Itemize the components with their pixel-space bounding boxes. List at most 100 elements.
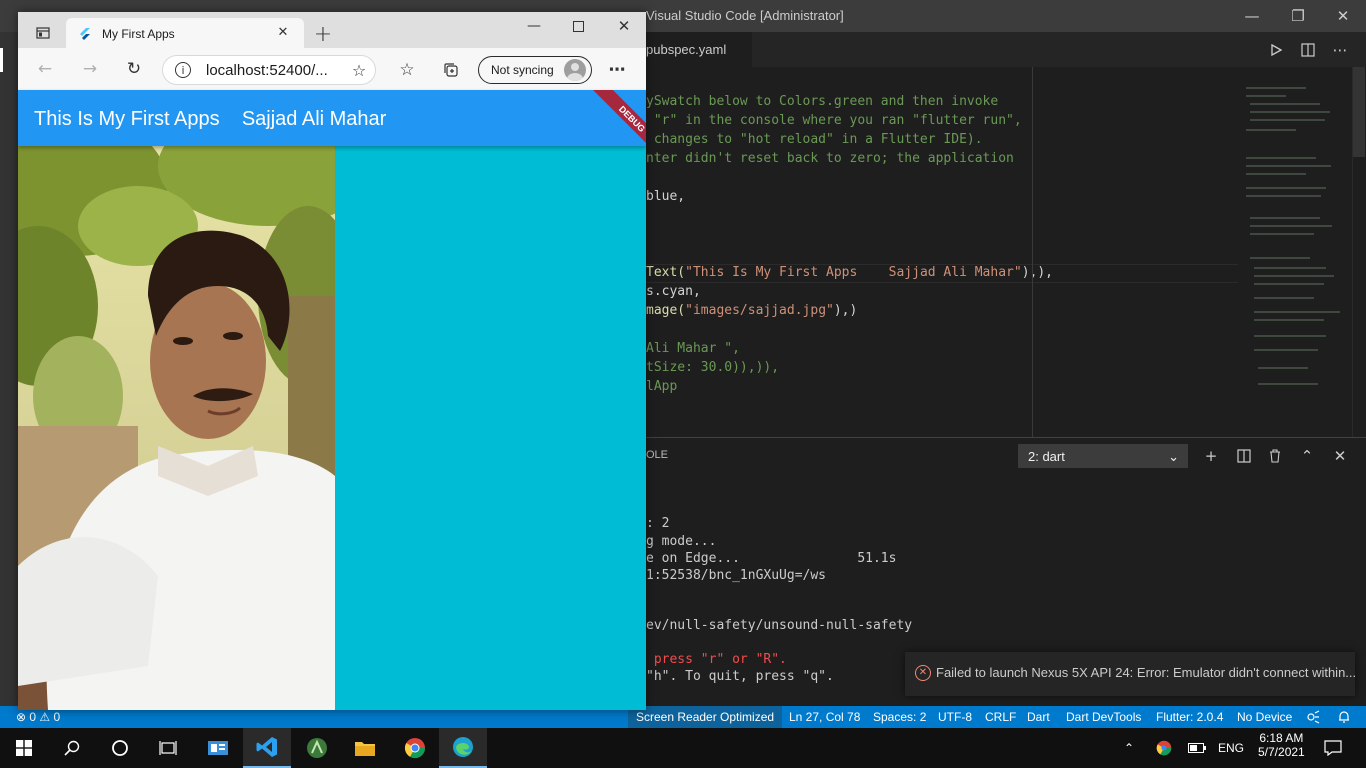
profile-photo — [18, 146, 335, 710]
chrome-tray-icon[interactable] — [1156, 728, 1172, 768]
devtools-status[interactable]: Dart DevTools — [1066, 706, 1141, 728]
panel-tab-debug-console[interactable]: OLE — [646, 449, 668, 461]
code-string: Ali Mahar ", — [646, 341, 740, 356]
encoding-status[interactable]: UTF-8 — [938, 706, 972, 728]
refresh-icon[interactable]: ↻ — [119, 54, 149, 84]
code-string: "images/sajjad.jpg" — [685, 303, 834, 318]
indentation-status[interactable]: Spaces: 2 — [873, 706, 926, 728]
cortana-icon[interactable] — [96, 728, 144, 768]
run-icon[interactable] — [1260, 32, 1292, 67]
flutter-version-status[interactable]: Flutter: 2.0.4 — [1156, 706, 1223, 728]
editor-ruler — [1032, 67, 1033, 437]
chrome-icon[interactable] — [391, 728, 439, 768]
code-punct: ),) — [833, 303, 858, 318]
collections-icon[interactable] — [436, 55, 466, 85]
activity-bar — [0, 32, 18, 706]
error-icon: ✕ — [915, 665, 931, 681]
back-arrow-icon[interactable]: ← — [30, 54, 60, 84]
eol-status[interactable]: CRLF — [985, 706, 1016, 728]
vscode-taskbar-icon[interactable] — [243, 728, 291, 768]
editor-tabs-bar — [646, 32, 1366, 67]
debug-ribbon-label: DEBUG — [591, 90, 646, 160]
notification-message: Failed to launch Nexus 5X API 24: Error:… — [936, 665, 1357, 680]
code-string: "This Is My First Apps Sajjad Ali Mahar" — [685, 265, 1022, 280]
maximize-panel-icon[interactable]: ⌃ — [1294, 444, 1320, 468]
tab-title: My First Apps — [102, 27, 175, 41]
terminal-line: g mode... — [646, 534, 717, 549]
terminal-line: 1:52538/bnc_1nGXuUg=/ws — [646, 568, 827, 583]
split-terminal-icon[interactable] — [1231, 444, 1257, 468]
code-punct: ),), — [1021, 265, 1053, 280]
favorites-icon[interactable]: ☆ — [392, 55, 422, 85]
app-bar-title: This Is My First Apps Sajjad Ali Mahar — [34, 108, 387, 130]
forward-arrow-icon[interactable]: → — [75, 54, 105, 84]
profile-avatar-icon — [564, 59, 586, 81]
close-panel-icon[interactable]: ✕ — [1327, 444, 1353, 468]
code-line: ySwatch below to Colors.green and then i… — [646, 94, 999, 109]
trash-icon[interactable] — [1262, 444, 1288, 468]
code-line: lApp — [646, 379, 678, 394]
windows-start-icon[interactable] — [0, 728, 48, 768]
editor-scrollbar-thumb[interactable] — [1353, 67, 1365, 157]
vscode-window-title: Visual Studio Code [Administrator] — [646, 8, 844, 23]
code-line: tSize: 30.0)),)), — [646, 360, 780, 375]
sync-label: Not syncing — [491, 63, 554, 77]
tab-pubspec[interactable]: pubspec.yaml — [646, 32, 752, 67]
settings-more-icon[interactable]: ⋯ — [602, 55, 632, 85]
new-terminal-icon[interactable]: + — [1198, 444, 1224, 468]
terminal-line: press "r" or "R". — [646, 652, 787, 667]
code-line: s.cyan, — [646, 284, 701, 299]
task-view-icon[interactable] — [144, 728, 192, 768]
terminal-select[interactable]: 2: dart ⌄ — [1018, 444, 1188, 468]
vscode-close-button[interactable]: ✕ — [1320, 0, 1366, 32]
tab-actions-icon[interactable] — [28, 18, 58, 48]
clock-time: 6:18 AM — [1259, 731, 1304, 745]
browser-maximize-button[interactable] — [558, 12, 598, 40]
device-status[interactable]: No Device — [1237, 706, 1292, 728]
terminal-line: "h". To quit, press "q". — [646, 669, 834, 684]
feedback-icon[interactable] — [1306, 706, 1320, 728]
chevron-down-icon: ⌄ — [1168, 449, 1179, 464]
search-icon[interactable] — [48, 728, 96, 768]
input-language[interactable]: ENG — [1218, 728, 1244, 768]
browser-minimize-button[interactable]: — — [514, 12, 554, 40]
cursor-position-status[interactable]: Ln 27, Col 78 — [789, 706, 860, 728]
file-explorer-icon[interactable] — [341, 728, 389, 768]
more-actions-icon[interactable]: ⋯ — [1324, 32, 1356, 67]
url-text[interactable]: localhost:52400/... — [206, 62, 328, 79]
close-tab-icon[interactable]: ✕ — [276, 26, 290, 40]
minimap[interactable] — [1238, 67, 1352, 437]
code-fn: mage( — [646, 303, 686, 318]
clock[interactable]: 6:18 AM 5/7/2021 — [1258, 731, 1305, 759]
language-status[interactable]: Dart — [1027, 706, 1050, 728]
code-fn: Text( — [646, 265, 686, 280]
code-line: changes to "hot reload" in a Flutter IDE… — [646, 132, 983, 147]
action-center-icon[interactable] — [1324, 728, 1342, 768]
battery-icon[interactable] — [1188, 728, 1206, 768]
flutter-icon — [78, 26, 92, 40]
code-line: Ali Mahar ", — [646, 341, 740, 360]
split-editor-icon[interactable] — [1292, 32, 1324, 67]
browser-close-button[interactable]: ✕ — [604, 12, 644, 40]
terminal-select-value: 2: dart — [1028, 449, 1065, 464]
vscode-minimize-button[interactable]: — — [1229, 0, 1275, 32]
edge-browser-window: My First Apps ✕ + — ✕ ← → ↻ i localhost:… — [18, 12, 646, 710]
new-tab-icon[interactable]: + — [308, 19, 338, 49]
code-line: nter didn't reset back to zero; the appl… — [646, 151, 1014, 166]
android-studio-icon[interactable] — [293, 728, 341, 768]
notifications-bell-icon[interactable] — [1338, 706, 1350, 728]
news-app-icon[interactable] — [194, 728, 242, 768]
add-favorite-icon[interactable]: ☆ — [344, 55, 374, 85]
terminal-line: : 2 — [646, 516, 670, 531]
clock-date: 5/7/2021 — [1258, 745, 1305, 759]
show-hidden-icons[interactable]: ⌃ — [1124, 728, 1134, 768]
terminal-line: ev/null-safety/unsound-null-safety — [646, 618, 913, 633]
screen-reader-status[interactable]: Screen Reader Optimized — [628, 706, 783, 728]
terminal-line: e on Edge... 51.1s — [646, 551, 897, 566]
code-line: blue, — [646, 189, 686, 204]
code-line-text-widget: Text("This Is My First Apps Sajjad Ali M… — [646, 265, 1053, 284]
site-info-icon[interactable]: i — [175, 62, 191, 78]
edge-taskbar-icon[interactable] — [439, 728, 487, 768]
vscode-restore-button[interactable]: ❐ — [1275, 0, 1321, 32]
